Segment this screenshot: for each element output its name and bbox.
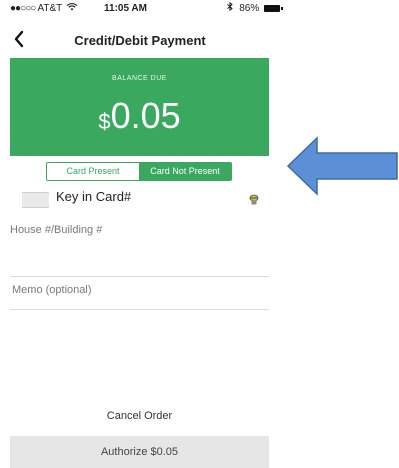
- left-arrow-icon: [286, 136, 398, 196]
- nav-bar: Credit/Debit Payment: [10, 28, 270, 54]
- key-in-card-label: Key in Card#: [56, 189, 132, 204]
- back-button[interactable]: [12, 28, 36, 54]
- chevron-left-icon: [14, 30, 24, 48]
- memo-placeholder: Memo (optional): [12, 284, 92, 296]
- bluetooth-icon: [227, 0, 234, 18]
- balance-currency: $: [98, 109, 111, 134]
- balance-amount: $0.05: [10, 94, 269, 144]
- battery-percent: 86%: [239, 3, 260, 14]
- balance-value: 0.05: [110, 95, 181, 136]
- battery-icon: [264, 5, 283, 12]
- status-left: ●●○○○ AT&T: [10, 0, 77, 18]
- house-number-field[interactable]: House #/Building #: [10, 224, 269, 244]
- status-bar: ●●○○○ AT&T 11:05 AM 86%: [10, 0, 283, 18]
- cancel-order-button[interactable]: Cancel Order: [10, 410, 269, 422]
- balance-panel: BALANCE DUE $0.05: [10, 58, 269, 156]
- card-presence-toggle: Card Present Card Not Present: [46, 162, 232, 181]
- memo-field[interactable]: Memo (optional): [10, 276, 269, 310]
- status-right: 86%: [227, 0, 283, 18]
- key-in-card-row[interactable]: Key in Card#: [10, 186, 269, 210]
- carrier-name: AT&T: [37, 3, 63, 14]
- authorize-button[interactable]: Authorize $0.05: [10, 436, 269, 468]
- tab-card-not-present[interactable]: Card Not Present: [139, 163, 231, 180]
- payment-screen: ●●○○○ AT&T 11:05 AM 86% Credit/Debit Pay: [0, 0, 399, 468]
- card-scan-icon[interactable]: [249, 193, 259, 205]
- signal-strength-icon: ●●○○○: [10, 3, 36, 14]
- page-title: Credit/Debit Payment: [74, 33, 206, 48]
- credit-card-icon: [22, 192, 49, 208]
- wifi-icon: [66, 0, 77, 18]
- status-time: 11:05 AM: [104, 3, 147, 14]
- tab-card-present[interactable]: Card Present: [47, 163, 139, 180]
- balance-label: BALANCE DUE: [112, 75, 167, 82]
